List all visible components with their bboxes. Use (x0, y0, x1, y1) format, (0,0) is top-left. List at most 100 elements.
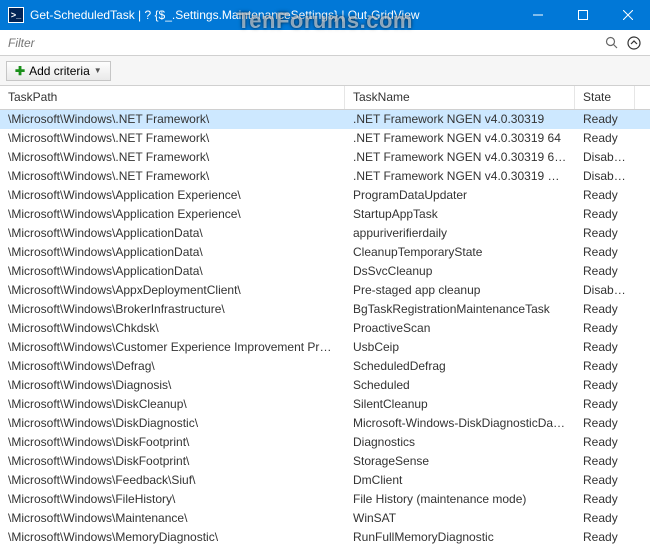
table-row[interactable]: \Microsoft\Windows\Customer Experience I… (0, 338, 650, 357)
table-row[interactable]: \Microsoft\Windows\DiskFootprint\Diagnos… (0, 433, 650, 452)
cell-state: Ready (575, 338, 635, 357)
cell-state: Ready (575, 414, 635, 433)
table-row[interactable]: \Microsoft\Windows\ApplicationData\DsSvc… (0, 262, 650, 281)
add-criteria-label: Add criteria (29, 64, 90, 78)
table-row[interactable]: \Microsoft\Windows\BrokerInfrastructure\… (0, 300, 650, 319)
rows-container[interactable]: \Microsoft\Windows\.NET Framework\.NET F… (0, 110, 650, 545)
cell-state: Ready (575, 357, 635, 376)
cell-taskname: WinSAT (345, 509, 575, 528)
cell-state: Ready (575, 224, 635, 243)
cell-taskpath: \Microsoft\Windows\MemoryDiagnostic\ (0, 528, 345, 545)
table-row[interactable]: \Microsoft\Windows\ApplicationData\Clean… (0, 243, 650, 262)
table-row[interactable]: \Microsoft\Windows\Maintenance\WinSATRea… (0, 509, 650, 528)
cell-taskname: BgTaskRegistrationMaintenanceTask (345, 300, 575, 319)
table-row[interactable]: \Microsoft\Windows\.NET Framework\.NET F… (0, 110, 650, 129)
column-header-taskname[interactable]: TaskName (345, 86, 575, 109)
cell-state: Disabled (575, 167, 635, 186)
cell-taskpath: \Microsoft\Windows\Diagnosis\ (0, 376, 345, 395)
cell-state: Ready (575, 433, 635, 452)
cell-state: Ready (575, 471, 635, 490)
cell-taskpath: \Microsoft\Windows\.NET Framework\ (0, 148, 345, 167)
cell-taskname: Pre-staged app cleanup (345, 281, 575, 300)
cell-state: Ready (575, 205, 635, 224)
cell-taskpath: \Microsoft\Windows\DiskDiagnostic\ (0, 414, 345, 433)
cell-state: Disabled (575, 281, 635, 300)
minimize-button[interactable] (515, 0, 560, 30)
cell-taskpath: \Microsoft\Windows\.NET Framework\ (0, 129, 345, 148)
add-criteria-button[interactable]: ✚ Add criteria ▼ (6, 61, 111, 81)
filter-input[interactable] (6, 32, 604, 54)
cell-taskname: .NET Framework NGEN v4.0.30319 64 (345, 129, 575, 148)
chevron-down-icon: ▼ (94, 66, 102, 75)
cell-taskpath: \Microsoft\Windows\DiskFootprint\ (0, 452, 345, 471)
cell-taskname: UsbCeip (345, 338, 575, 357)
table-row[interactable]: \Microsoft\Windows\Feedback\Siuf\DmClien… (0, 471, 650, 490)
cell-state: Ready (575, 110, 635, 129)
grid-view: TaskPath TaskName State \Microsoft\Windo… (0, 86, 650, 545)
table-row[interactable]: \Microsoft\Windows\Chkdsk\ProactiveScanR… (0, 319, 650, 338)
filter-bar (0, 30, 650, 56)
cell-taskname: .NET Framework NGEN v4.0.30319 (345, 110, 575, 129)
cell-taskpath: \Microsoft\Windows\DiskCleanup\ (0, 395, 345, 414)
cell-state: Ready (575, 452, 635, 471)
powershell-icon: >_ (8, 7, 24, 23)
cell-state: Ready (575, 243, 635, 262)
close-button[interactable] (605, 0, 650, 30)
table-row[interactable]: \Microsoft\Windows\.NET Framework\.NET F… (0, 148, 650, 167)
table-row[interactable]: \Microsoft\Windows\MemoryDiagnostic\RunF… (0, 528, 650, 545)
cell-taskname: Diagnostics (345, 433, 575, 452)
cell-state: Ready (575, 509, 635, 528)
table-row[interactable]: \Microsoft\Windows\DiskCleanup\SilentCle… (0, 395, 650, 414)
table-row[interactable]: \Microsoft\Windows\Application Experienc… (0, 205, 650, 224)
cell-state: Ready (575, 319, 635, 338)
cell-taskname: appuriverifierdaily (345, 224, 575, 243)
table-row[interactable]: \Microsoft\Windows\DiskFootprint\Storage… (0, 452, 650, 471)
cell-state: Ready (575, 300, 635, 319)
cell-taskname: .NET Framework NGEN v4.0.30319 64 Critic… (345, 148, 575, 167)
cell-state: Ready (575, 490, 635, 509)
table-row[interactable]: \Microsoft\Windows\AppxDeploymentClient\… (0, 281, 650, 300)
cell-taskpath: \Microsoft\Windows\Feedback\Siuf\ (0, 471, 345, 490)
table-row[interactable]: \Microsoft\Windows\FileHistory\File Hist… (0, 490, 650, 509)
table-row[interactable]: \Microsoft\Windows\Application Experienc… (0, 186, 650, 205)
cell-state: Disabled (575, 148, 635, 167)
cell-taskname: DmClient (345, 471, 575, 490)
cell-taskname: Microsoft-Windows-DiskDiagnosticDataColl… (345, 414, 575, 433)
cell-taskpath: \Microsoft\Windows\.NET Framework\ (0, 110, 345, 129)
cell-state: Ready (575, 376, 635, 395)
window-controls (515, 0, 650, 30)
table-row[interactable]: \Microsoft\Windows\Diagnosis\ScheduledRe… (0, 376, 650, 395)
search-icon[interactable] (604, 36, 620, 50)
cell-taskpath: \Microsoft\Windows\Application Experienc… (0, 205, 345, 224)
table-row[interactable]: \Microsoft\Windows\ApplicationData\appur… (0, 224, 650, 243)
window-title: Get-ScheduledTask | ? {$_.Settings.Maint… (30, 8, 515, 22)
maximize-button[interactable] (560, 0, 605, 30)
column-header-taskpath[interactable]: TaskPath (0, 86, 345, 109)
table-row[interactable]: \Microsoft\Windows\.NET Framework\.NET F… (0, 129, 650, 148)
table-row[interactable]: \Microsoft\Windows\DiskDiagnostic\Micros… (0, 414, 650, 433)
cell-taskname: ScheduledDefrag (345, 357, 575, 376)
cell-taskname: ProgramDataUpdater (345, 186, 575, 205)
cell-state: Ready (575, 395, 635, 414)
cell-state: Ready (575, 129, 635, 148)
cell-taskpath: \Microsoft\Windows\Customer Experience I… (0, 338, 345, 357)
plus-icon: ✚ (15, 64, 25, 78)
cell-taskname: SilentCleanup (345, 395, 575, 414)
table-row[interactable]: \Microsoft\Windows\Defrag\ScheduledDefra… (0, 357, 650, 376)
cell-taskpath: \Microsoft\Windows\AppxDeploymentClient\ (0, 281, 345, 300)
cell-taskpath: \Microsoft\Windows\Maintenance\ (0, 509, 345, 528)
cell-taskname: ProactiveScan (345, 319, 575, 338)
cell-taskname: StorageSense (345, 452, 575, 471)
column-header-row: TaskPath TaskName State (0, 86, 650, 110)
criteria-bar: ✚ Add criteria ▼ (0, 56, 650, 86)
cell-taskpath: \Microsoft\Windows\Chkdsk\ (0, 319, 345, 338)
cell-taskpath: \Microsoft\Windows\ApplicationData\ (0, 262, 345, 281)
cell-taskpath: \Microsoft\Windows\DiskFootprint\ (0, 433, 345, 452)
cell-taskpath: \Microsoft\Windows\ApplicationData\ (0, 243, 345, 262)
expand-toggle-icon[interactable] (624, 36, 644, 50)
cell-taskname: StartupAppTask (345, 205, 575, 224)
table-row[interactable]: \Microsoft\Windows\.NET Framework\.NET F… (0, 167, 650, 186)
cell-taskname: CleanupTemporaryState (345, 243, 575, 262)
cell-taskpath: \Microsoft\Windows\BrokerInfrastructure\ (0, 300, 345, 319)
column-header-state[interactable]: State (575, 86, 635, 109)
